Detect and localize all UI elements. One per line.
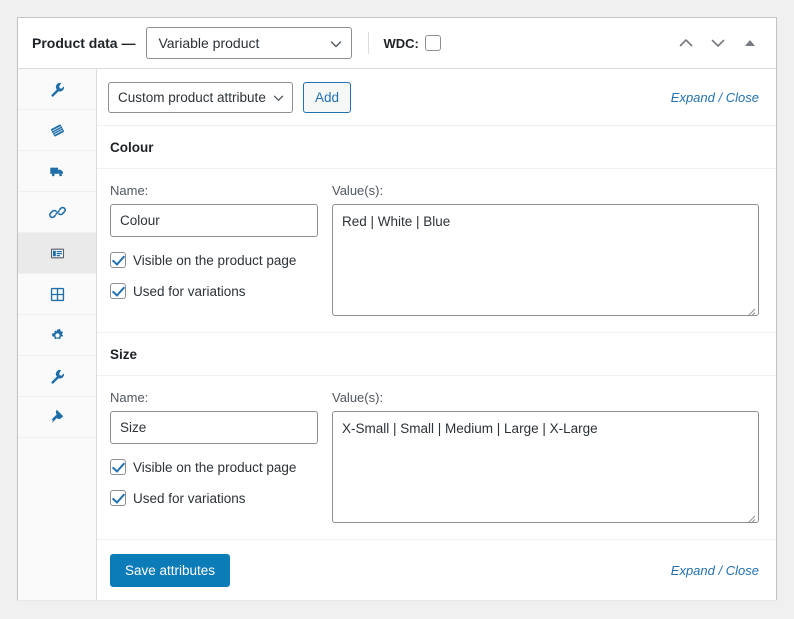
expand-link[interactable]: Expand	[671, 90, 715, 105]
link-separator: /	[718, 563, 723, 578]
header-actions	[677, 34, 763, 52]
visible-checkbox[interactable]	[110, 459, 126, 475]
variations-checkbox-row[interactable]: Used for variations	[110, 283, 318, 299]
tab-inventory[interactable]	[18, 110, 96, 151]
product-data-tabs	[18, 69, 97, 600]
variations-checkbox[interactable]	[110, 490, 126, 506]
attribute-values-label: Value(s):	[332, 390, 384, 405]
visible-checkbox-label: Visible on the product page	[133, 459, 297, 475]
chevron-down-icon[interactable]	[709, 34, 727, 52]
chevron-down-icon	[273, 92, 284, 103]
tab-shipping[interactable]	[18, 151, 96, 192]
wrench-icon	[49, 368, 66, 385]
variations-checkbox-row[interactable]: Used for variations	[110, 490, 318, 506]
wdc-label: WDC:	[383, 35, 419, 51]
product-type-select[interactable]: Variable product	[146, 27, 353, 59]
attribute-name-input[interactable]: Colour	[110, 204, 318, 237]
attribute-name-input[interactable]: Size	[110, 411, 318, 444]
wdc-checkbox[interactable]	[424, 35, 441, 51]
attribute-name-column: Name: Size Visible on the product page U…	[110, 390, 318, 523]
attributes-footer: Save attributes Expand / Close	[97, 540, 776, 601]
attribute-values-text: Red | White | Blue	[342, 214, 451, 229]
tab-advanced[interactable]	[18, 315, 96, 356]
attribute-name-column: Name: Colour Visible on the product page…	[110, 183, 318, 316]
triangle-up-icon[interactable]	[741, 34, 759, 52]
attribute-type-select[interactable]: Custom product attribute	[108, 81, 293, 113]
attribute-heading[interactable]: Colour	[97, 126, 776, 169]
close-link[interactable]: Close	[726, 90, 759, 105]
page-title: Product data —	[32, 35, 136, 51]
wrench-icon	[49, 81, 66, 98]
add-attribute-button[interactable]: Add	[303, 81, 352, 113]
chevron-up-icon[interactable]	[677, 34, 695, 52]
resize-grip-icon[interactable]	[746, 303, 756, 317]
header-divider	[368, 32, 370, 54]
panel-header: Product data — Variable product WDC:	[18, 18, 776, 69]
attribute-values-label: Value(s):	[332, 183, 384, 198]
visible-checkbox-label: Visible on the product page	[133, 252, 297, 268]
product-data-panel: Product data — Variable product WDC: Cus…	[17, 17, 777, 600]
attribute-values-column: Value(s): X-Small | Small | Medium | Lar…	[332, 390, 759, 524]
tab-linked-products[interactable]	[18, 192, 96, 233]
attributes-icon	[49, 245, 66, 262]
variations-checkbox-label: Used for variations	[133, 490, 246, 506]
panel-body: Custom product attribute Add Expand / Cl…	[18, 69, 776, 600]
attribute-heading[interactable]: Size	[97, 333, 776, 376]
attribute-values-textarea[interactable]: X-Small | Small | Medium | Large | X-Lar…	[332, 411, 759, 524]
expand-link[interactable]: Expand	[671, 563, 715, 578]
close-link[interactable]: Close	[726, 563, 759, 578]
attribute-values-text: X-Small | Small | Medium | Large | X-Lar…	[342, 421, 598, 436]
tab-variations[interactable]	[18, 274, 96, 315]
attributes-toolbar: Custom product attribute Add Expand / Cl…	[97, 69, 776, 126]
visible-checkbox-row[interactable]: Visible on the product page	[110, 252, 318, 268]
wdc-field: WDC:	[383, 35, 441, 51]
grid-icon	[49, 286, 66, 303]
attribute-fields: Name: Size Visible on the product page U…	[97, 376, 776, 540]
attribute-type-value: Custom product attribute	[118, 89, 266, 105]
plug-icon	[49, 409, 66, 426]
save-attributes-button[interactable]: Save attributes	[110, 554, 231, 587]
chevron-down-icon	[330, 37, 342, 49]
attribute-values-column: Value(s): Red | White | Blue	[332, 183, 759, 317]
visible-checkbox[interactable]	[110, 252, 126, 268]
variations-checkbox-label: Used for variations	[133, 283, 246, 299]
variations-checkbox[interactable]	[110, 283, 126, 299]
truck-icon	[49, 163, 66, 180]
visible-checkbox-row[interactable]: Visible on the product page	[110, 459, 318, 475]
resize-grip-icon[interactable]	[746, 510, 756, 524]
gear-icon	[49, 327, 66, 344]
attribute-fields: Name: Colour Visible on the product page…	[97, 169, 776, 333]
tab-plugin[interactable]	[18, 397, 96, 438]
attribute-values-textarea[interactable]: Red | White | Blue	[332, 204, 759, 317]
tab-tools[interactable]	[18, 356, 96, 397]
attribute-name-label: Name:	[110, 183, 149, 198]
attribute-name-label: Name:	[110, 390, 149, 405]
attributes-content: Custom product attribute Add Expand / Cl…	[97, 69, 776, 600]
link-separator: /	[718, 89, 723, 105]
product-type-value: Variable product	[158, 35, 260, 51]
link-icon	[48, 204, 66, 221]
tab-general[interactable]	[18, 69, 96, 110]
tag-icon	[49, 122, 66, 139]
expand-close-links-bottom: Expand / Close	[671, 563, 759, 578]
expand-close-links-top: Expand / Close	[671, 90, 759, 105]
tab-attributes[interactable]	[18, 233, 96, 274]
